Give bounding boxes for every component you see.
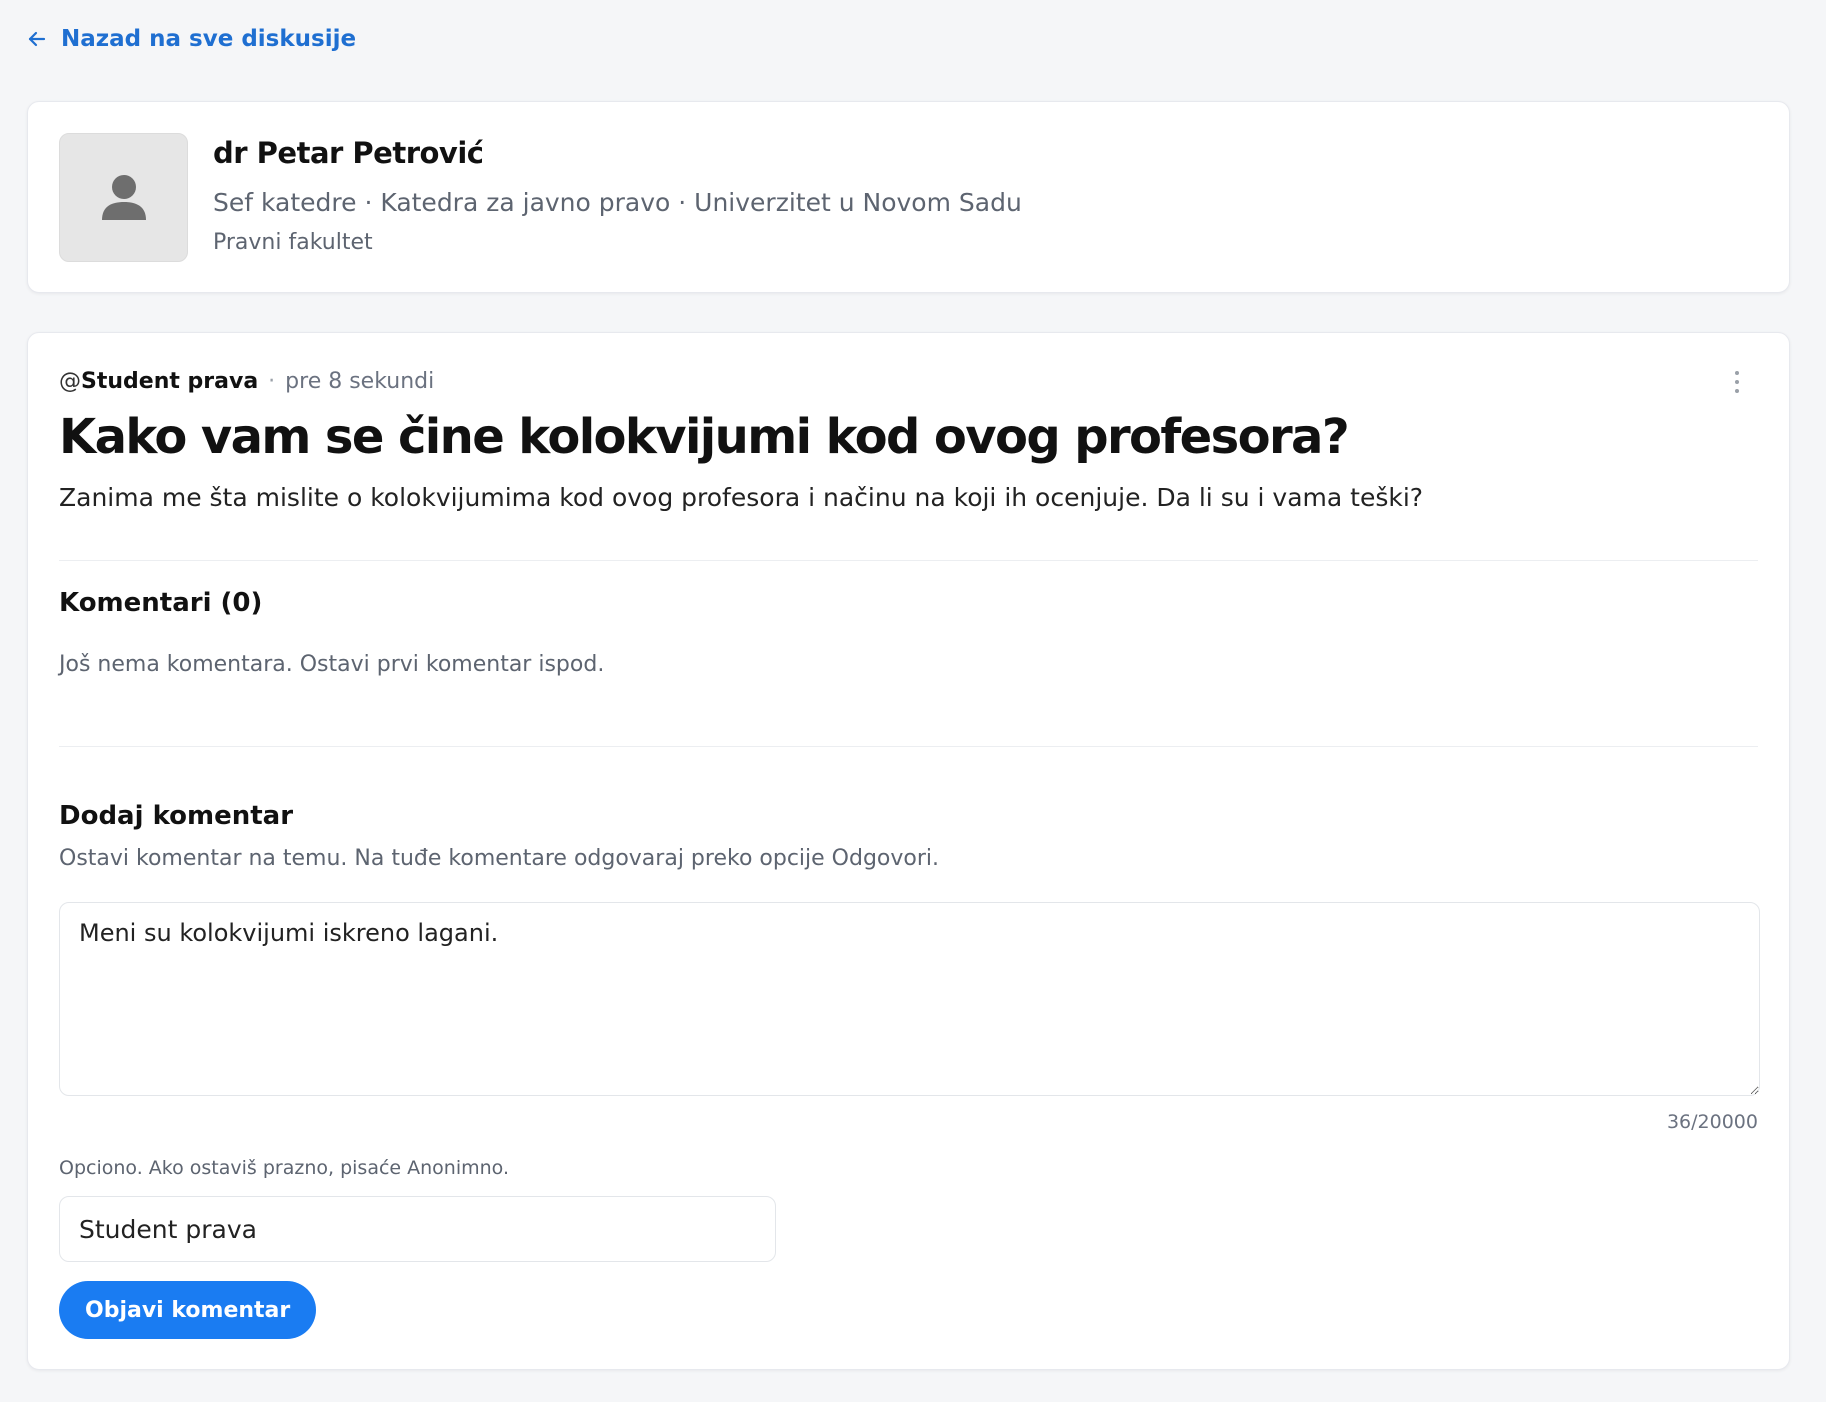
professor-meta: Sef katedre · Katedra za javno pravo · U… xyxy=(213,188,1022,217)
post-title: Kako vam se čine kolokvijumi kod ovog pr… xyxy=(59,409,1350,465)
char-counter: 36/20000 xyxy=(1666,1111,1758,1133)
post-header: @ Student prava · pre 8 sekundi xyxy=(59,369,434,394)
add-comment-title: Dodaj komentar xyxy=(59,801,294,831)
divider xyxy=(59,560,1758,561)
discussion-card: @ Student prava · pre 8 sekundi Kako vam… xyxy=(27,332,1790,1370)
professor-name: dr Petar Petrović xyxy=(213,136,484,170)
at-symbol: @ xyxy=(59,369,81,394)
back-link-label: Nazad na sve diskusije xyxy=(61,26,357,52)
more-vertical-icon xyxy=(1735,371,1739,375)
arrow-left-icon xyxy=(28,31,46,47)
comments-title: Komentari (0) xyxy=(59,588,263,618)
professor-faculty: Pravni fakultet xyxy=(213,230,373,255)
add-comment-subtitle: Ostavi komentar na temu. Na tuđe komenta… xyxy=(59,846,939,871)
back-to-discussions-link[interactable]: Nazad na sve diskusije xyxy=(27,26,356,52)
header-separator: · xyxy=(268,369,276,394)
divider xyxy=(59,746,1758,747)
avatar xyxy=(59,133,188,262)
comment-textarea[interactable]: Meni su kolokvijumi iskreno lagani. xyxy=(59,902,1760,1096)
no-comments-message: Još nema komentara. Ostavi prvi komentar… xyxy=(59,652,605,677)
name-field-hint: Opciono. Ako ostaviš prazno, pisaće Anon… xyxy=(59,1157,509,1179)
post-time: pre 8 sekundi xyxy=(285,369,435,394)
author-name-input[interactable] xyxy=(59,1196,776,1262)
professor-profile-card: dr Petar Petrović Sef katedre · Katedra … xyxy=(27,101,1790,293)
discussion-page: Nazad na sve diskusije dr Petar Petrović… xyxy=(0,0,1826,1402)
user-icon xyxy=(101,174,146,220)
post-comment-button[interactable]: Objavi komentar xyxy=(59,1281,317,1339)
post-body: Zanima me šta mislite o kolokvijumima ko… xyxy=(59,483,1424,512)
more-options-button[interactable] xyxy=(1731,369,1743,395)
post-author: Student prava xyxy=(81,369,259,394)
